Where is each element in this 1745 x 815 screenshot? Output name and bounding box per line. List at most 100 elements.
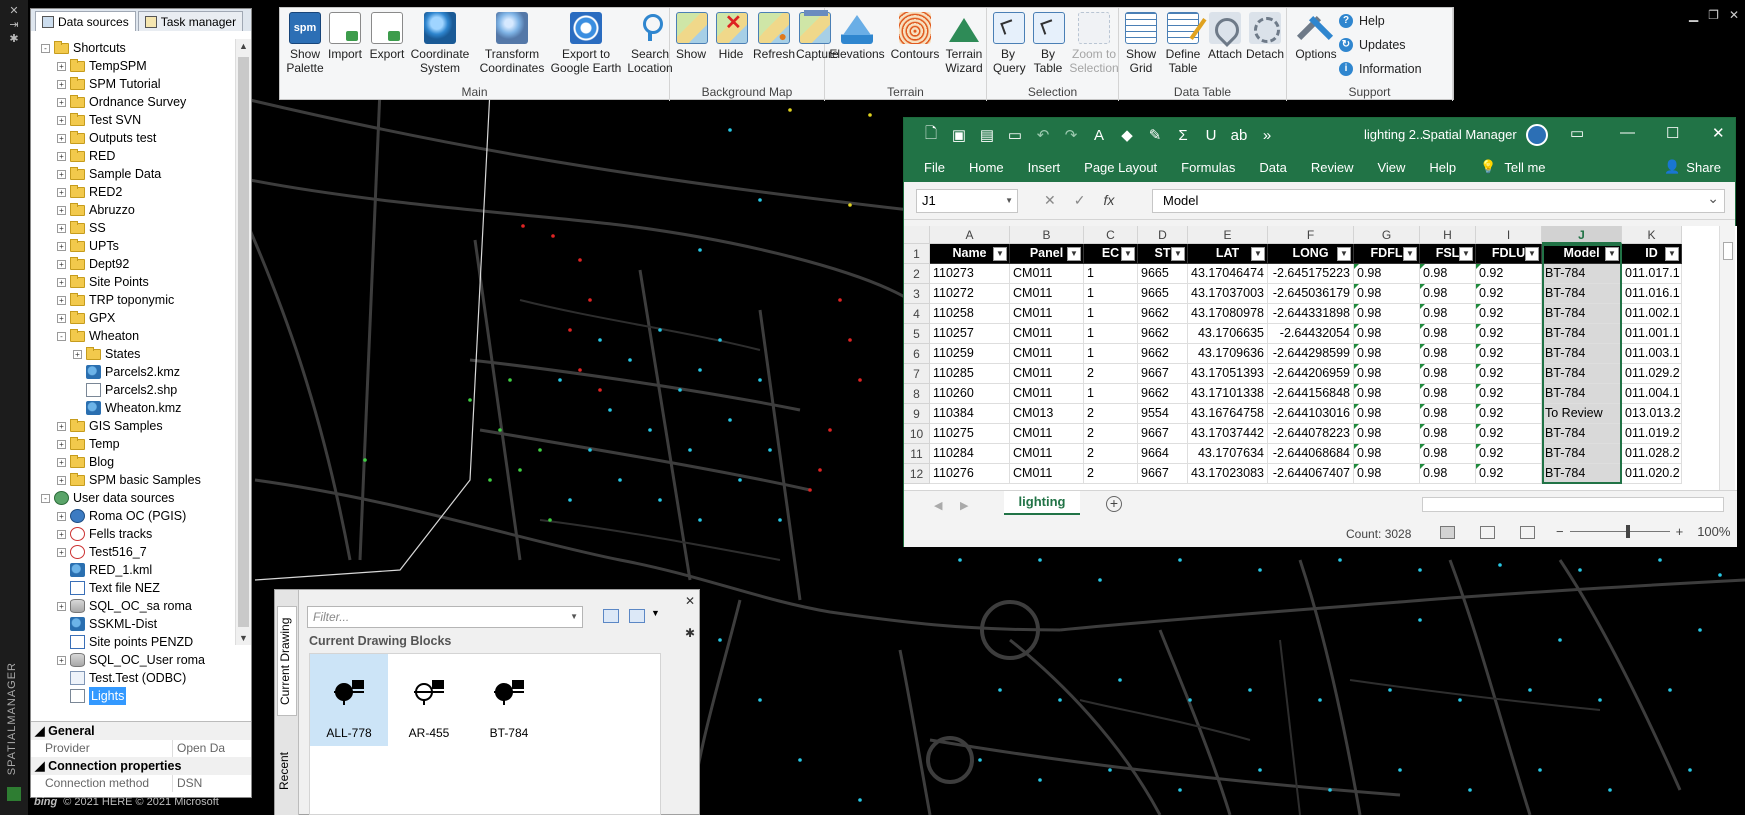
table-cell[interactable]: CM011 xyxy=(1010,384,1084,404)
zoom-level[interactable]: 100% xyxy=(1697,524,1730,539)
table-cell[interactable]: 9662 xyxy=(1138,344,1188,364)
tree-item[interactable]: + TempSPM xyxy=(31,57,234,75)
table-cell[interactable]: -2.644156848 xyxy=(1268,384,1354,404)
expand-icon[interactable]: + xyxy=(57,79,66,89)
zoom-out-icon[interactable]: − xyxy=(1556,524,1564,539)
pin-icon[interactable]: ⇥ xyxy=(0,18,28,32)
ribbon-button-elevations[interactable]: Elevations xyxy=(827,12,887,61)
close-icon[interactable]: ✕ xyxy=(1712,124,1725,142)
expand-icon[interactable]: + xyxy=(57,205,66,215)
ribbon-button-zoom-to-selection[interactable]: Zoom to Selection xyxy=(1067,12,1121,75)
table-cell[interactable]: 43.17051393 xyxy=(1188,364,1268,384)
table-cell[interactable]: 9662 xyxy=(1138,384,1188,404)
table-cell[interactable]: 0.92 xyxy=(1476,444,1542,464)
table-cell[interactable]: CM011 xyxy=(1010,264,1084,284)
ribbon-button-by-table[interactable]: By Table xyxy=(1033,12,1065,75)
table-cell[interactable]: 0.98 xyxy=(1420,264,1476,284)
row-header[interactable]: 6 xyxy=(904,344,930,364)
prop-row-provider[interactable]: Provider Open Da xyxy=(31,740,251,757)
table-cell[interactable]: CM011 xyxy=(1010,304,1084,324)
table-cell[interactable]: 43.17037442 xyxy=(1188,424,1268,444)
table-cell[interactable]: 110257 xyxy=(930,324,1010,344)
table-cell[interactable]: CM013 xyxy=(1010,404,1084,424)
table-cell[interactable]: 0.98 xyxy=(1354,264,1420,284)
table-cell[interactable]: 0.98 xyxy=(1354,384,1420,404)
column-header[interactable]: K xyxy=(1622,226,1682,244)
ribbon-button-export[interactable]: Export xyxy=(366,12,408,61)
table-cell[interactable]: 2 xyxy=(1084,444,1138,464)
redo-icon[interactable]: ↷ xyxy=(1060,124,1082,146)
restore-icon[interactable]: ❐ xyxy=(1708,8,1719,22)
table-cell[interactable]: CM011 xyxy=(1010,324,1084,344)
table-cell[interactable]: 0.98 xyxy=(1354,464,1420,484)
view-options-dropdown-icon[interactable]: ▼ xyxy=(651,608,660,618)
zoom-slider[interactable] xyxy=(1569,525,1670,538)
table-cell[interactable]: CM011 xyxy=(1010,444,1084,464)
table-cell[interactable]: CM011 xyxy=(1010,364,1084,384)
table-cell[interactable]: 9554 xyxy=(1138,404,1188,424)
ribbon-button-by-query[interactable]: By Query xyxy=(993,12,1026,75)
zoom-in-icon[interactable]: + xyxy=(1676,524,1684,539)
table-cell[interactable]: 110273 xyxy=(930,264,1010,284)
close-icon[interactable]: ✕ xyxy=(0,4,28,18)
autosum-icon[interactable]: Σ xyxy=(1172,124,1194,146)
table-cell[interactable]: 011.002.1 xyxy=(1622,304,1682,324)
name-box[interactable]: J1 xyxy=(916,188,1018,213)
block-item[interactable]: BT-784 xyxy=(470,654,548,746)
tree-item[interactable]: Parcels2.shp xyxy=(31,381,234,399)
tree-item[interactable]: + Ordnance Survey xyxy=(31,93,234,111)
table-cell[interactable]: 2 xyxy=(1084,404,1138,424)
tree-item[interactable]: Text file NEZ xyxy=(31,579,234,597)
tree-item[interactable]: + Site Points xyxy=(31,273,234,291)
ribbon-display-icon[interactable]: ▭ xyxy=(1570,124,1584,142)
table-cell[interactable]: -2.645036179 xyxy=(1268,284,1354,304)
filter-dropdown-icon[interactable]: ▼ xyxy=(1459,247,1473,261)
table-cell[interactable]: 0.98 xyxy=(1354,324,1420,344)
expand-icon[interactable]: + xyxy=(57,151,66,161)
table-cell[interactable]: 43.17046474 xyxy=(1188,264,1268,284)
column-header[interactable]: D xyxy=(1138,226,1188,244)
table-cell[interactable]: -2.645175223 xyxy=(1268,264,1354,284)
tree-item[interactable]: + SQL_OC_sa roma xyxy=(31,597,234,615)
header-cell[interactable]: ST ▼ xyxy=(1138,244,1188,264)
table-cell[interactable]: 43.1707634 xyxy=(1188,444,1268,464)
save-as-icon[interactable]: ▤ xyxy=(976,124,998,146)
ribbon-button-terrain-wizard[interactable]: Terrain Wizard xyxy=(943,12,985,75)
table-cell[interactable]: BT-784 xyxy=(1542,384,1622,404)
table-cell[interactable]: 1 xyxy=(1084,284,1138,304)
ribbon-button-refresh[interactable]: Refresh xyxy=(752,12,796,61)
table-cell[interactable]: 2 xyxy=(1084,364,1138,384)
table-cell[interactable]: 43.17037003 xyxy=(1188,284,1268,304)
table-cell[interactable]: -2.644298599 xyxy=(1268,344,1354,364)
ribbon-link-information[interactable]: i Information xyxy=(1339,62,1422,76)
blocks-filter-input[interactable]: Filter... xyxy=(307,606,583,628)
column-header[interactable]: G xyxy=(1354,226,1420,244)
scroll-up-icon[interactable]: ▲ xyxy=(239,41,248,51)
tree-scrollbar[interactable]: ▲ ▼ xyxy=(235,39,251,645)
table-cell[interactable]: 0.98 xyxy=(1354,404,1420,424)
header-cell[interactable]: Name ▼ xyxy=(930,244,1010,264)
ribbon-button-show[interactable]: Show xyxy=(676,12,708,61)
tree-item[interactable]: + SQL_OC_User roma xyxy=(31,651,234,669)
filter-dropdown-icon[interactable]: ▼ xyxy=(1605,247,1619,261)
table-cell[interactable]: 0.98 xyxy=(1420,344,1476,364)
header-cell[interactable]: LONG ▼ xyxy=(1268,244,1354,264)
table-cell[interactable]: 0.92 xyxy=(1476,404,1542,424)
table-cell[interactable]: 0.98 xyxy=(1420,444,1476,464)
tree-item[interactable]: + Roma OC (PGIS) xyxy=(31,507,234,525)
tree-item[interactable]: RED_1.kml xyxy=(31,561,234,579)
table-cell[interactable]: 110259 xyxy=(930,344,1010,364)
settings-icon[interactable]: ✱ xyxy=(0,32,28,46)
tree-item[interactable]: - Shortcuts xyxy=(31,39,234,57)
filter-dropdown-icon[interactable]: ▼ xyxy=(993,247,1007,261)
table-cell[interactable]: 2 xyxy=(1084,424,1138,444)
ribbon-button-options[interactable]: Options xyxy=(1291,12,1341,61)
table-cell[interactable]: CM011 xyxy=(1010,284,1084,304)
fill-color-icon[interactable]: ◆ xyxy=(1116,124,1138,146)
expand-icon[interactable]: + xyxy=(57,421,66,431)
tree-item[interactable]: + Fells tracks xyxy=(31,525,234,543)
column-header[interactable]: J xyxy=(1542,226,1622,244)
ribbon-button-search-location[interactable]: Search Location xyxy=(624,12,676,75)
close-icon[interactable]: ✕ xyxy=(685,594,695,608)
tree-item[interactable]: + Outputs test xyxy=(31,129,234,147)
